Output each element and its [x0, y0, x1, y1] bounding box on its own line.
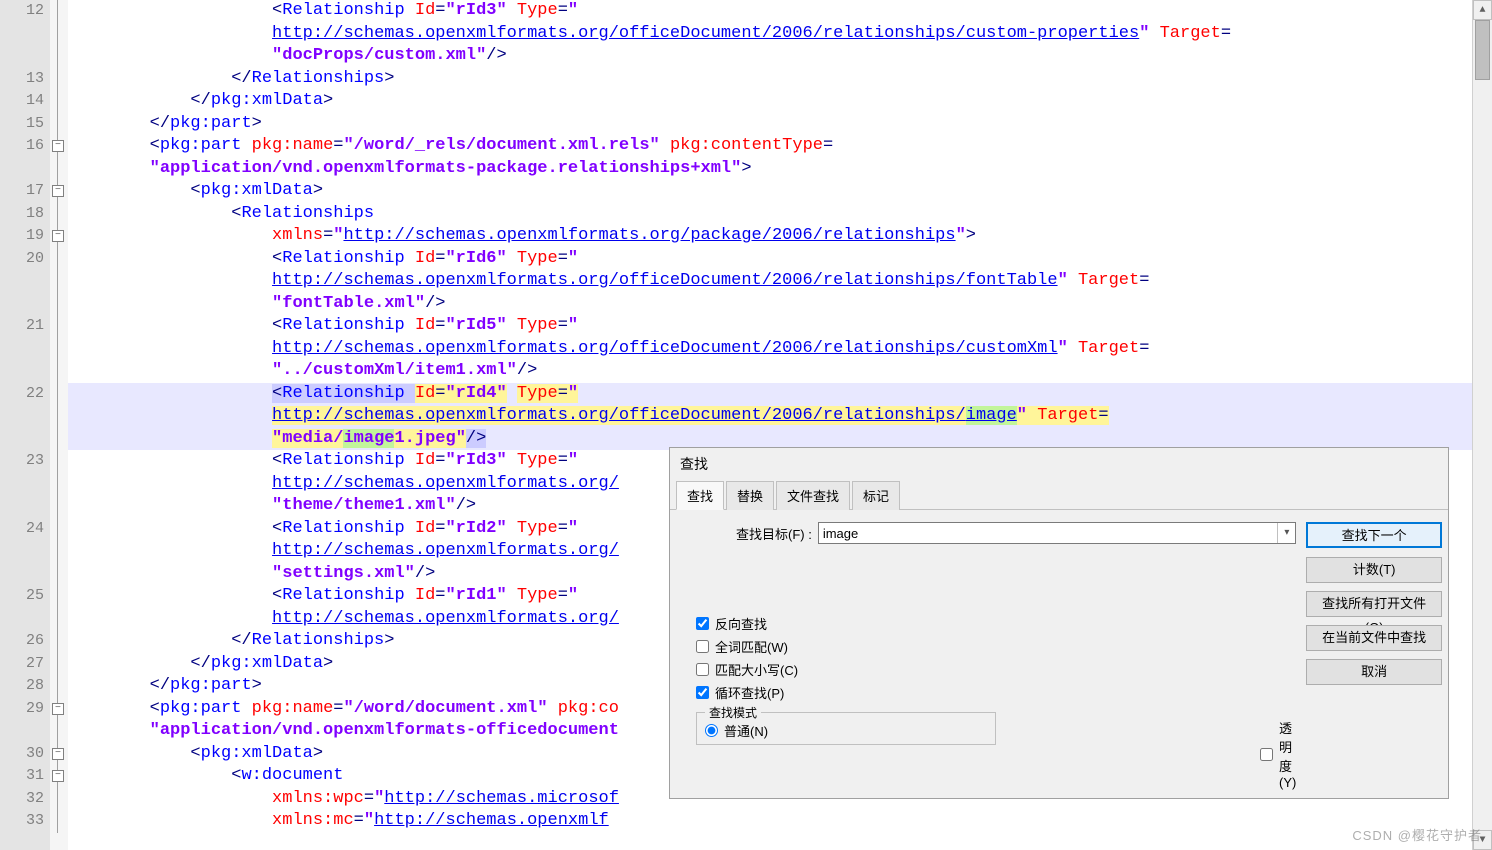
- chk-match-case[interactable]: 匹配大小写(C): [696, 660, 1296, 679]
- fold-toggle-icon[interactable]: −: [52, 770, 64, 782]
- chk-whole-word[interactable]: 全词匹配(W): [696, 637, 1296, 656]
- tab-find[interactable]: 查找: [676, 481, 724, 510]
- line-number: 26: [0, 630, 44, 653]
- line-number: 16: [0, 135, 44, 158]
- code-line[interactable]: http://schemas.openxmlformats.org/office…: [68, 23, 1472, 46]
- chk-transparency[interactable]: 透明度(Y): [1260, 718, 1296, 790]
- line-number: 27: [0, 653, 44, 676]
- tab-find-in-files[interactable]: 文件查找: [776, 481, 850, 510]
- line-number: 23: [0, 450, 44, 473]
- chk-wrap[interactable]: 循环查找(P): [696, 683, 1296, 702]
- line-number: 18: [0, 203, 44, 226]
- fold-toggle-icon[interactable]: −: [52, 140, 64, 152]
- line-number: [0, 338, 44, 361]
- vertical-scrollbar[interactable]: ▲ ▼: [1472, 0, 1492, 850]
- line-number: [0, 270, 44, 293]
- line-number: 24: [0, 518, 44, 541]
- fold-toggle-icon[interactable]: −: [52, 185, 64, 197]
- code-line[interactable]: "fontTable.xml"/>: [68, 293, 1472, 316]
- code-line[interactable]: <Relationships: [68, 203, 1472, 226]
- find-all-open-button[interactable]: 查找所有打开文件(O): [1306, 591, 1442, 617]
- find-dialog: 查找 查找 替换 文件查找 标记 查找目标(F) : ▾ 反向查找 全词匹配(W…: [669, 447, 1449, 799]
- code-line[interactable]: http://schemas.openxmlformats.org/office…: [68, 270, 1472, 293]
- line-number: [0, 428, 44, 451]
- code-line[interactable]: http://schemas.openxmlformats.org/office…: [68, 405, 1472, 428]
- line-number: [0, 45, 44, 68]
- count-button[interactable]: 计数(T): [1306, 557, 1442, 583]
- line-number: 22: [0, 383, 44, 406]
- code-line[interactable]: xmlns:mc="http://schemas.openxmlf: [68, 810, 1472, 833]
- line-number: [0, 293, 44, 316]
- line-number: 29: [0, 698, 44, 721]
- search-mode-legend: 查找模式: [705, 704, 761, 721]
- find-next-button[interactable]: 查找下一个: [1306, 522, 1442, 548]
- code-line[interactable]: </pkg:part>: [68, 113, 1472, 136]
- chevron-down-icon[interactable]: ▾: [1277, 523, 1295, 543]
- code-line[interactable]: <pkg:part pkg:name="/word/_rels/document…: [68, 135, 1472, 158]
- scroll-thumb[interactable]: [1475, 20, 1490, 80]
- line-number-gutter: 12 13141516 17181920 21 22 23 24 25 26272829 3031…: [0, 0, 50, 850]
- line-number: [0, 563, 44, 586]
- code-line[interactable]: "application/vnd.openxmlformats-package.…: [68, 158, 1472, 181]
- code-line[interactable]: "docProps/custom.xml"/>: [68, 45, 1472, 68]
- line-number: 31: [0, 765, 44, 788]
- code-line[interactable]: <Relationship Id="rId5" Type=": [68, 315, 1472, 338]
- chk-backward[interactable]: 反向查找: [696, 614, 1296, 633]
- line-number: 28: [0, 675, 44, 698]
- tab-replace[interactable]: 替换: [726, 481, 774, 510]
- code-line[interactable]: "../customXml/item1.xml"/>: [68, 360, 1472, 383]
- line-number: [0, 495, 44, 518]
- code-line[interactable]: </Relationships>: [68, 68, 1472, 91]
- scroll-up-arrow[interactable]: ▲: [1473, 0, 1492, 20]
- find-in-current-button[interactable]: 在当前文件中查找: [1306, 625, 1442, 651]
- line-number: 30: [0, 743, 44, 766]
- line-number: 20: [0, 248, 44, 271]
- cancel-button[interactable]: 取消: [1306, 659, 1442, 685]
- fold-toggle-icon[interactable]: −: [52, 703, 64, 715]
- find-label: 查找目标(F) :: [736, 524, 812, 543]
- code-line[interactable]: xmlns="http://schemas.openxmlformats.org…: [68, 225, 1472, 248]
- line-number: [0, 23, 44, 46]
- code-line[interactable]: </pkg:xmlData>: [68, 90, 1472, 113]
- search-mode-group: 查找模式 普通(N): [696, 712, 996, 745]
- code-line[interactable]: <pkg:xmlData>: [68, 180, 1472, 203]
- line-number: 33: [0, 810, 44, 833]
- find-target-combo[interactable]: ▾: [818, 522, 1297, 544]
- tab-mark[interactable]: 标记: [852, 481, 900, 510]
- fold-toggle-icon[interactable]: −: [52, 230, 64, 242]
- line-number: 25: [0, 585, 44, 608]
- dialog-title: 查找: [670, 448, 1448, 480]
- code-line[interactable]: <Relationship Id="rId4" Type=": [68, 383, 1472, 406]
- line-number: [0, 720, 44, 743]
- line-number: [0, 360, 44, 383]
- dialog-tabs: 查找 替换 文件查找 标记: [670, 480, 1448, 510]
- line-number: 12: [0, 0, 44, 23]
- code-line[interactable]: <Relationship Id="rId3" Type=": [68, 0, 1472, 23]
- line-number: [0, 540, 44, 563]
- find-target-input[interactable]: [819, 523, 1278, 543]
- line-number: 13: [0, 68, 44, 91]
- line-number: 15: [0, 113, 44, 136]
- code-line[interactable]: http://schemas.openxmlformats.org/office…: [68, 338, 1472, 361]
- scroll-track[interactable]: [1473, 20, 1492, 830]
- line-number: [0, 608, 44, 631]
- line-number: [0, 158, 44, 181]
- code-line[interactable]: <Relationship Id="rId6" Type=": [68, 248, 1472, 271]
- fold-toggle-icon[interactable]: −: [52, 748, 64, 760]
- line-number: 14: [0, 90, 44, 113]
- radio-normal[interactable]: 普通(N): [705, 721, 987, 740]
- fold-column[interactable]: − − − − − −: [50, 0, 68, 850]
- line-number: 32: [0, 788, 44, 811]
- line-number: 19: [0, 225, 44, 248]
- line-number: [0, 473, 44, 496]
- line-number: 17: [0, 180, 44, 203]
- line-number: [0, 405, 44, 428]
- line-number: 21: [0, 315, 44, 338]
- scroll-down-arrow[interactable]: ▼: [1473, 830, 1492, 850]
